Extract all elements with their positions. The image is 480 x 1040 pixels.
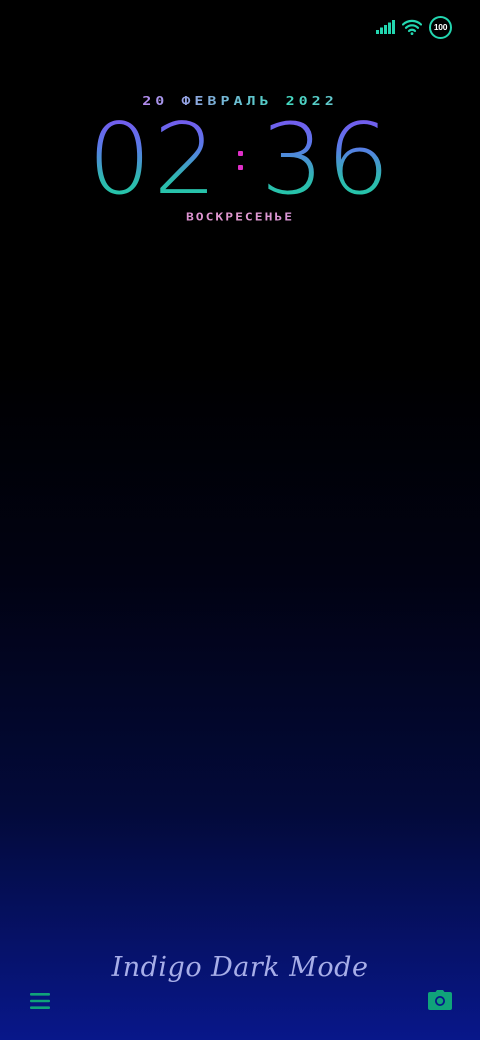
battery-level: 100 (433, 22, 448, 32)
signature-text: Indigo Dark Mode (111, 952, 369, 983)
battery-indicator: 100 (429, 15, 452, 39)
time-separator (230, 150, 250, 170)
weekday-label: ВОСКРЕСЕНЬЕ (0, 212, 480, 224)
wifi-icon (402, 19, 422, 35)
time-display: 02 36 (0, 103, 480, 217)
signal-bars-icon (376, 20, 395, 34)
date-label: 20 ФЕВРАЛЬ 2022 (0, 92, 480, 110)
lock-screen: 100 20 ФЕВРАЛЬ 2022 02 36 ВОСКРЕСЕНЬЕ In… (0, 0, 480, 1040)
status-bar: 100 (376, 15, 452, 39)
camera-icon[interactable] (427, 989, 453, 1011)
menu-icon[interactable] (28, 990, 52, 1012)
clock-widget: 20 ФЕВРАЛЬ 2022 02 36 ВОСКРЕСЕНЬЕ (0, 90, 480, 225)
hours: 02 (88, 103, 220, 217)
minutes: 36 (260, 103, 392, 217)
